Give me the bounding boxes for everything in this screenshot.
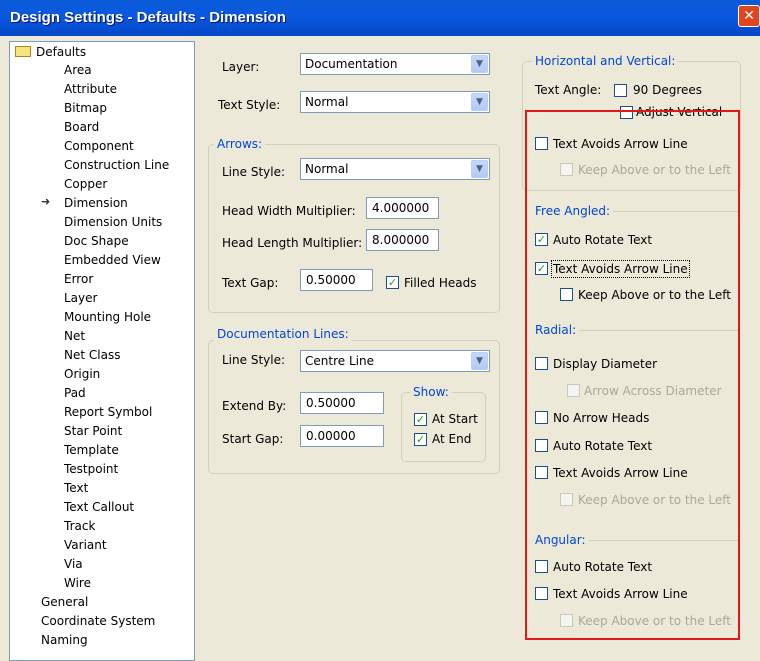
at-start-label: At Start [432,412,478,426]
tree-item[interactable]: Doc Shape [64,233,129,249]
tree-top-item[interactable]: General [41,594,88,610]
text-style-select[interactable]: Normal ▼ [300,91,490,113]
doc-line-style-value: Centre Line [305,354,374,368]
chevron-down-icon[interactable]: ▼ [471,55,488,73]
doc-lines-group-title: Documentation Lines: [214,327,352,341]
tree-item[interactable]: Via [64,556,83,572]
text-style-label: Text Style: [218,98,281,112]
arrows-line-style-label: Line Style: [222,165,286,179]
tree-item[interactable]: Copper [64,176,107,192]
head-length-input[interactable]: 8.000000 [366,229,439,251]
tree-item[interactable]: Layer [64,290,97,306]
show-group [401,392,486,462]
tree-item[interactable]: Report Symbol [64,404,152,420]
window-title: Design Settings - Defaults - Dimension [10,9,286,26]
arrows-line-style-value: Normal [305,162,349,176]
head-width-value: 4.000000 [372,201,430,215]
show-group-title: Show: [410,385,452,399]
tree-item[interactable]: Dimension Units [64,214,162,230]
head-width-input[interactable]: 4.000000 [366,197,439,219]
tree-item[interactable]: Mounting Hole [64,309,151,325]
settings-tree[interactable]: Defaults Area Attribute Bitmap Board Compone… [9,41,195,661]
close-button[interactable]: ✕ [738,5,760,27]
deg90-label: 90 Degrees [633,83,703,97]
filled-heads-label: Filled Heads [404,276,477,290]
tree-item[interactable]: Bitmap [64,100,107,116]
filled-heads-checkbox[interactable]: ✓ [386,276,399,289]
arrows-group-title: Arrows: [214,137,266,151]
tree-item[interactable]: Error [64,271,93,287]
extend-by-label: Extend By: [222,399,287,413]
tree-item[interactable]: Text [64,480,88,496]
tree-item[interactable]: Net [64,328,85,344]
tree-item[interactable]: Area [64,62,92,78]
tree-item[interactable]: Template [64,442,119,458]
text-style-value: Normal [305,95,349,109]
chevron-down-icon[interactable]: ▼ [471,93,488,111]
tree-item[interactable]: Attribute [64,81,117,97]
arrows-line-style-select[interactable]: Normal ▼ [300,158,490,180]
hv-group-title: Horizontal and Vertical: [532,54,679,68]
tree-item[interactable]: Wire [64,575,91,591]
chevron-down-icon[interactable]: ▼ [471,352,488,370]
at-end-label: At End [432,432,472,446]
tree-item[interactable]: Star Point [64,423,122,439]
deg90-checkbox[interactable] [614,84,627,97]
layer-select[interactable]: Documentation ▼ [300,53,490,75]
tree-item[interactable]: Text Callout [64,499,134,515]
tree-item[interactable]: Component [64,138,134,154]
tree-top-item[interactable]: Coordinate System [41,613,155,629]
text-gap-input[interactable]: 0.50000 [300,269,373,291]
highlight-box [525,110,740,640]
tree-item[interactable]: Track [64,518,95,534]
tree-item[interactable]: Construction Line [64,157,169,173]
tree-item[interactable]: Dimension [64,195,128,211]
at-end-checkbox[interactable]: ✓ [414,433,427,446]
tree-item[interactable]: Pad [64,385,86,401]
tree-item[interactable]: Board [64,119,99,135]
start-gap-input[interactable]: 0.00000 [300,425,384,447]
doc-line-style-label: Line Style: [222,353,286,367]
tree-item[interactable]: Testpoint [64,461,118,477]
tree-top-item[interactable]: Naming [41,632,88,648]
layer-label: Layer: [222,60,260,74]
arrow-right-icon: ➜ [41,195,51,208]
start-gap-label: Start Gap: [222,432,284,446]
text-angle-label: Text Angle: [535,83,602,97]
chevron-down-icon[interactable]: ▼ [471,160,488,178]
tree-item[interactable]: Variant [64,537,107,553]
doc-line-style-select[interactable]: Centre Line ▼ [300,350,490,372]
at-start-checkbox[interactable]: ✓ [414,413,427,426]
head-width-label: Head Width Multiplier: [222,204,356,218]
tree-item[interactable]: Net Class [64,347,120,363]
head-length-value: 8.000000 [372,233,430,247]
extend-by-value: 0.50000 [306,396,356,410]
text-gap-label: Text Gap: [222,276,279,290]
tree-item[interactable]: Embedded View [64,252,161,268]
extend-by-input[interactable]: 0.50000 [300,392,384,414]
layer-value: Documentation [305,57,398,71]
start-gap-value: 0.00000 [306,429,356,443]
folder-icon [15,46,31,57]
head-length-label: Head Length Multiplier: [222,236,363,250]
text-gap-value: 0.50000 [306,273,356,287]
tree-item[interactable]: Origin [64,366,100,382]
tree-item-defaults[interactable]: Defaults [36,44,86,60]
